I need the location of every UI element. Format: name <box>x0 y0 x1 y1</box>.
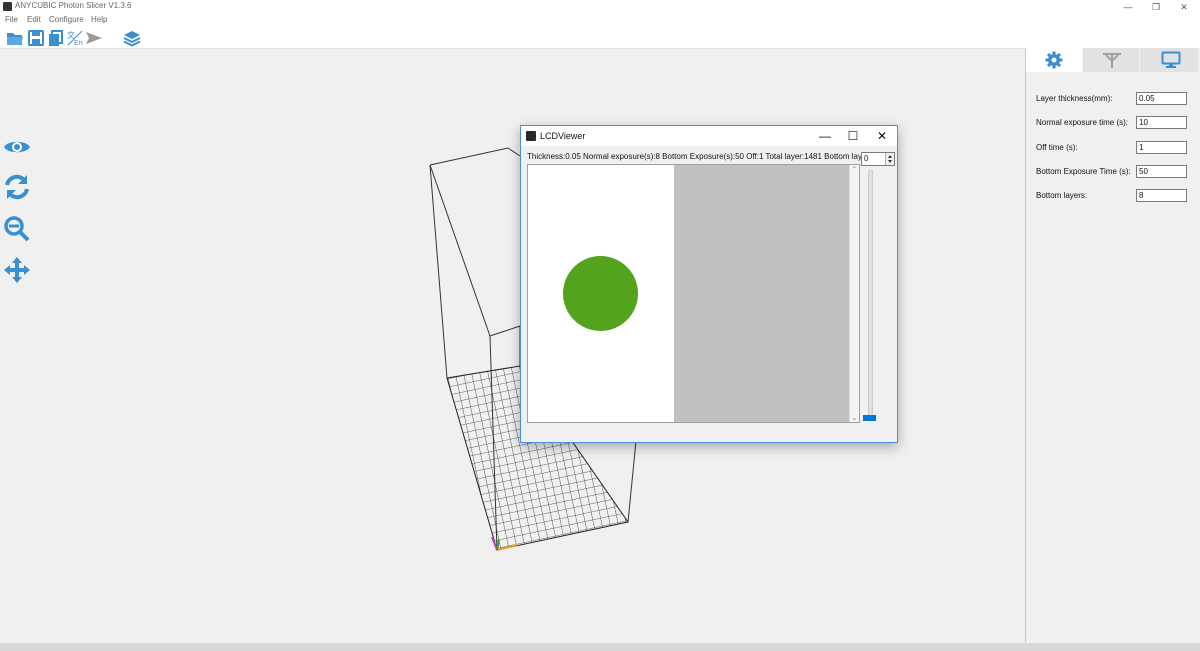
lcd-vertical-scrollbar[interactable]: ⌃ ⌄ <box>849 165 859 422</box>
layer-slider-track[interactable] <box>868 170 873 417</box>
spin-arrows-icon <box>888 155 892 163</box>
scroll-up-icon[interactable]: ⌃ <box>851 165 858 174</box>
bottom-exposure-label: Bottom Exposure Time (s): <box>1036 167 1131 176</box>
lcd-viewer-titlebar[interactable]: LCDViewer — ☐ ✕ <box>521 126 897 146</box>
bottom-layers-input[interactable]: 8 <box>1136 189 1187 202</box>
layer-number-spinbox[interactable]: 0 <box>861 152 895 166</box>
lcd-unused-area <box>674 165 849 422</box>
dialog-minimize-button[interactable]: — <box>811 126 839 146</box>
bottom-layers-label: Bottom layers: <box>1036 191 1088 200</box>
settings-panel: Layer thickness(mm): 0.05 Normal exposur… <box>1025 48 1200 643</box>
layer-thickness-label: Layer thickness(mm): <box>1036 94 1113 103</box>
tab-supports[interactable] <box>1083 48 1139 72</box>
dialog-close-button[interactable]: ✕ <box>868 126 896 146</box>
off-time-label: Off time (s): <box>1036 143 1078 152</box>
settings-gear-icon <box>1045 51 1063 69</box>
normal-exposure-input[interactable]: 10 <box>1136 116 1187 129</box>
spin-arrows[interactable] <box>885 153 894 165</box>
dialog-maximize-button[interactable]: ☐ <box>839 126 867 146</box>
lcd-viewer-dialog: LCDViewer — ☐ ✕ Thickness:0.05 Normal ex… <box>520 125 898 443</box>
normal-exposure-label: Normal exposure time (s): <box>1036 118 1129 127</box>
layer-thickness-input[interactable]: 0.05 <box>1136 92 1187 105</box>
layer-slider-handle[interactable] <box>863 415 876 421</box>
off-time-input[interactable]: 1 <box>1136 141 1187 154</box>
support-tree-icon <box>1103 53 1121 68</box>
tab-preview[interactable] <box>1140 48 1198 72</box>
dialog-title: LCDViewer <box>540 131 586 141</box>
scroll-down-icon[interactable]: ⌄ <box>851 413 858 422</box>
dialog-app-icon <box>526 131 536 141</box>
print-info-text: Thickness:0.05 Normal exposure(s):8 Bott… <box>527 152 862 161</box>
monitor-icon <box>1161 51 1181 68</box>
bottom-exposure-input[interactable]: 50 <box>1136 165 1187 178</box>
layer-number-value: 0 <box>864 154 869 163</box>
status-bar <box>0 643 1200 651</box>
layer-cross-section <box>563 256 638 331</box>
lcd-preview: ⌃ ⌄ <box>527 164 860 423</box>
tab-settings[interactable] <box>1026 48 1082 72</box>
